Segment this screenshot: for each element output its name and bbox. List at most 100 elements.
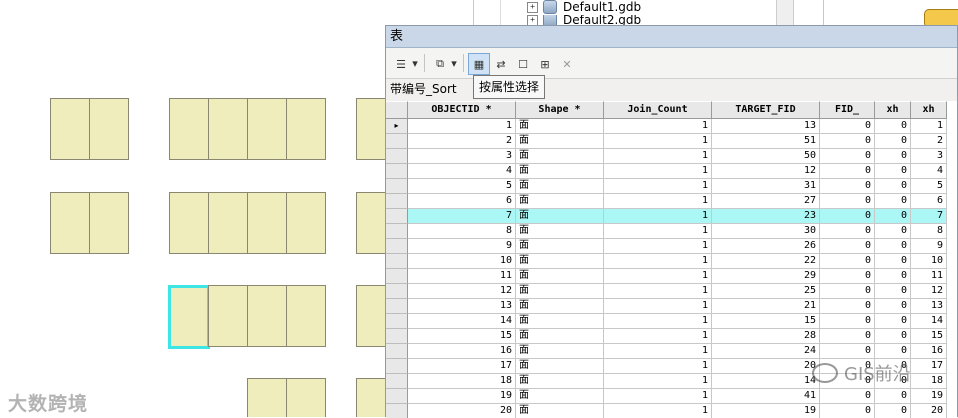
- cell-xh[interactable]: 0: [875, 329, 911, 344]
- column-header-target-fid[interactable]: TARGET_FID: [712, 101, 820, 119]
- cell-shape[interactable]: 面: [516, 299, 604, 314]
- cell-fid[interactable]: 0: [820, 164, 875, 179]
- row-selector[interactable]: [386, 344, 408, 359]
- row-selector[interactable]: [386, 194, 408, 209]
- cell-join-count[interactable]: 1: [604, 209, 712, 224]
- zoom-to-selected-icon[interactable]: ⊞: [534, 53, 556, 75]
- cell-join-count[interactable]: 1: [604, 284, 712, 299]
- cell-shape[interactable]: 面: [516, 224, 604, 239]
- cell-xh-2[interactable]: 13: [911, 299, 947, 314]
- cell-xh-2[interactable]: 7: [911, 209, 947, 224]
- map-parcel[interactable]: [208, 285, 248, 347]
- map-parcel[interactable]: [286, 378, 326, 417]
- cell-target-fid[interactable]: 29: [712, 269, 820, 284]
- cell-objectid[interactable]: 19: [408, 389, 516, 404]
- row-selector[interactable]: [386, 284, 408, 299]
- cell-fid[interactable]: 0: [820, 344, 875, 359]
- cell-target-fid[interactable]: 15: [712, 314, 820, 329]
- cell-target-fid[interactable]: 25: [712, 284, 820, 299]
- cell-xh[interactable]: 0: [875, 299, 911, 314]
- cell-objectid[interactable]: 15: [408, 329, 516, 344]
- cell-join-count[interactable]: 1: [604, 239, 712, 254]
- cell-xh[interactable]: 0: [875, 194, 911, 209]
- cell-fid[interactable]: 0: [820, 284, 875, 299]
- cell-objectid[interactable]: 17: [408, 359, 516, 374]
- cell-join-count[interactable]: 1: [604, 404, 712, 418]
- table-row[interactable]: 11 面 1 29 0 0 11: [386, 269, 947, 284]
- cell-objectid[interactable]: 8: [408, 224, 516, 239]
- expand-icon[interactable]: +: [527, 1, 538, 13]
- cell-target-fid[interactable]: 41: [712, 389, 820, 404]
- row-selector[interactable]: [386, 164, 408, 179]
- selected-map-parcel[interactable]: [168, 285, 210, 349]
- cell-fid[interactable]: 0: [820, 314, 875, 329]
- cell-objectid[interactable]: 3: [408, 149, 516, 164]
- cell-objectid[interactable]: 6: [408, 194, 516, 209]
- cell-xh[interactable]: 0: [875, 269, 911, 284]
- cell-objectid[interactable]: 16: [408, 344, 516, 359]
- cell-objectid[interactable]: 18: [408, 374, 516, 389]
- cell-target-fid[interactable]: 24: [712, 344, 820, 359]
- cell-shape[interactable]: 面: [516, 389, 604, 404]
- table-row[interactable]: 13 面 1 21 0 0 13: [386, 299, 947, 314]
- cell-xh-2[interactable]: 1: [911, 119, 947, 134]
- table-row[interactable]: 19 面 1 41 0 0 19: [386, 389, 947, 404]
- cell-target-fid[interactable]: 14: [712, 374, 820, 389]
- map-parcel[interactable]: [50, 192, 90, 254]
- cell-xh-2[interactable]: 2: [911, 134, 947, 149]
- table-row[interactable]: 7 面 1 23 0 0 7: [386, 209, 947, 224]
- cell-objectid[interactable]: 10: [408, 254, 516, 269]
- cell-join-count[interactable]: 1: [604, 164, 712, 179]
- cell-fid[interactable]: 0: [820, 299, 875, 314]
- cell-shape[interactable]: 面: [516, 149, 604, 164]
- table-row[interactable]: 20 面 1 19 0 0 20: [386, 404, 947, 418]
- cell-xh[interactable]: 0: [875, 254, 911, 269]
- cell-fid[interactable]: 0: [820, 224, 875, 239]
- cell-xh[interactable]: 0: [875, 149, 911, 164]
- cell-xh[interactable]: 0: [875, 164, 911, 179]
- cell-target-fid[interactable]: 30: [712, 224, 820, 239]
- cell-join-count[interactable]: 1: [604, 119, 712, 134]
- cell-xh-2[interactable]: 3: [911, 149, 947, 164]
- cell-shape[interactable]: 面: [516, 194, 604, 209]
- cell-shape[interactable]: 面: [516, 329, 604, 344]
- cell-target-fid[interactable]: 20: [712, 359, 820, 374]
- table-options-icon[interactable]: ☰: [390, 53, 412, 75]
- cell-join-count[interactable]: 1: [604, 254, 712, 269]
- map-parcel[interactable]: [286, 285, 326, 347]
- cell-join-count[interactable]: 1: [604, 149, 712, 164]
- table-row[interactable]: 10 面 1 22 0 0 10: [386, 254, 947, 269]
- map-parcel[interactable]: [169, 192, 209, 254]
- row-selector[interactable]: [386, 389, 408, 404]
- cell-xh[interactable]: 0: [875, 179, 911, 194]
- cell-xh[interactable]: 0: [875, 134, 911, 149]
- row-selector[interactable]: [386, 269, 408, 284]
- map-parcel[interactable]: [89, 192, 129, 254]
- row-selector[interactable]: [386, 404, 408, 418]
- cell-objectid[interactable]: 20: [408, 404, 516, 418]
- related-tables-icon[interactable]: ⧉: [429, 53, 451, 75]
- map-parcel[interactable]: [356, 285, 385, 347]
- cell-join-count[interactable]: 1: [604, 194, 712, 209]
- cell-target-fid[interactable]: 51: [712, 134, 820, 149]
- row-selector[interactable]: [386, 314, 408, 329]
- map-parcel[interactable]: [247, 192, 287, 254]
- cell-join-count[interactable]: 1: [604, 224, 712, 239]
- column-header-xh-2[interactable]: xh: [911, 101, 947, 119]
- map-parcel[interactable]: [247, 378, 287, 417]
- cell-objectid[interactable]: 11: [408, 269, 516, 284]
- cell-join-count[interactable]: 1: [604, 269, 712, 284]
- map-parcel[interactable]: [286, 192, 326, 254]
- table-row[interactable]: ▸ 1 面 1 13 0 0 1: [386, 119, 947, 134]
- cell-xh-2[interactable]: 18: [911, 374, 947, 389]
- table-row[interactable]: 9 面 1 26 0 0 9: [386, 239, 947, 254]
- cell-fid[interactable]: 0: [820, 329, 875, 344]
- row-selector[interactable]: ▸: [386, 119, 408, 134]
- row-selector[interactable]: [386, 374, 408, 389]
- map-parcel[interactable]: [356, 378, 385, 417]
- cell-shape[interactable]: 面: [516, 179, 604, 194]
- cell-objectid[interactable]: 9: [408, 239, 516, 254]
- cell-xh-2[interactable]: 14: [911, 314, 947, 329]
- cell-join-count[interactable]: 1: [604, 299, 712, 314]
- cell-fid[interactable]: 0: [820, 254, 875, 269]
